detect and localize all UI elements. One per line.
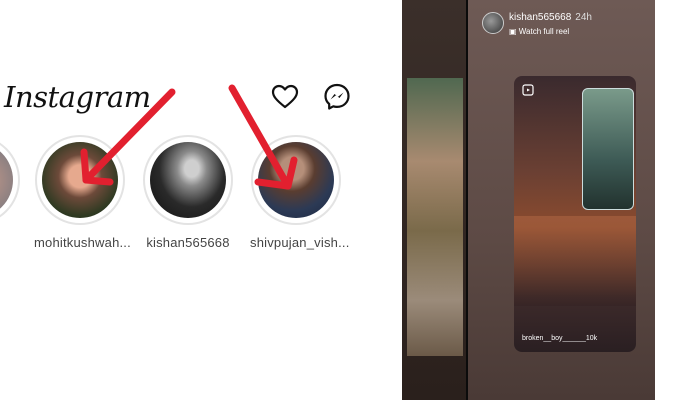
account-name[interactable]: kishan565668 [509,12,571,23]
story-ring [251,135,341,225]
story-ring [35,135,125,225]
account-line: kishan565668 24h [509,12,592,23]
cube-side-face [402,0,466,400]
reel-caption: broken__boy______10k [522,335,598,342]
reel-card[interactable]: broken__boy______10k [514,76,636,352]
reel-thumbnail [582,88,634,210]
instagram-home-panel: Instagram mohitkushwah... kishan565668 s… [0,0,392,400]
story-avatar [150,142,226,218]
story-ring [143,135,233,225]
reel-icon [522,84,534,96]
story-item[interactable]: shivpujan_vish... [250,135,350,250]
story-time: 24h [575,12,592,23]
watch-label: Watch full reel [518,27,570,36]
side-photo [407,78,463,356]
account-avatar[interactable] [482,12,504,34]
story-avatar [42,142,118,218]
story-avatar [258,142,334,218]
story-item-partial[interactable] [0,135,20,225]
instagram-logo: Instagram [4,80,151,114]
watch-full-reel-link[interactable]: ▣ Watch full reel [509,27,569,36]
story-viewer-panel: kishan565668 24h ▣ Watch full reel broken… [402,0,655,400]
story-item[interactable]: mohitkushwah... [34,135,131,250]
story-header: kishan565668 24h ▣ Watch full reel [468,0,655,44]
story-username: mohitkushwah... [34,235,131,250]
messenger-icon[interactable] [322,82,352,112]
story-username: kishan565668 [146,235,230,250]
heart-icon[interactable] [270,82,300,112]
reel-small-icon: ▣ [509,27,519,36]
story-username: shivpujan_vish... [250,235,350,250]
reel-blur [514,216,636,306]
story-item[interactable]: kishan565668 [142,135,234,250]
